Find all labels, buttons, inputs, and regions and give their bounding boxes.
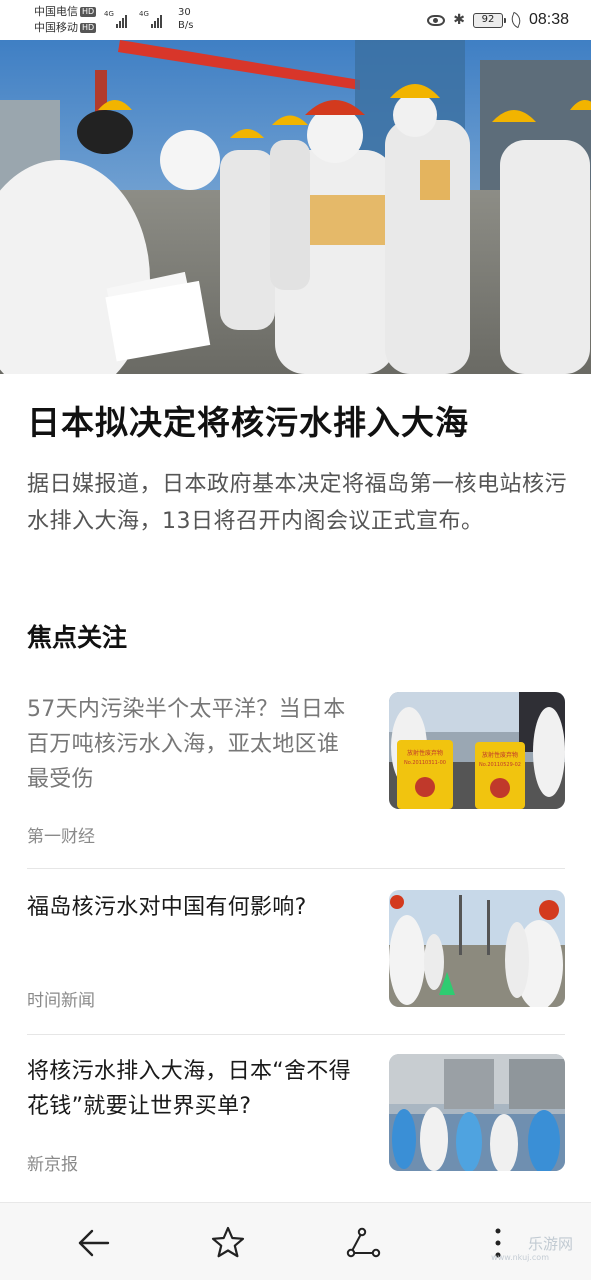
share-button[interactable] (343, 1223, 383, 1263)
divider (27, 868, 565, 869)
back-button[interactable] (73, 1223, 113, 1263)
clock: 08:38 (528, 11, 569, 28)
divider (27, 1034, 565, 1035)
list-item[interactable]: 将核污水排入大海，日本“舍不得花钱”就要让世界买单? 新京报 (27, 1054, 565, 1179)
carrier-telecom: 中国电信 HD (34, 5, 97, 18)
hero-image (0, 40, 591, 374)
star-icon (211, 1226, 245, 1258)
list-item[interactable]: 福岛核污水对中国有何影响? 时间新闻 (27, 890, 565, 1015)
section-title-focus: 焦点关注 (27, 623, 128, 652)
network-speed: 30 B/s (178, 7, 194, 31)
news-thumbnail[interactable] (389, 890, 565, 1007)
article-headline: 日本拟决定将核污水排入大海 (27, 403, 469, 442)
news-title[interactable]: 将核污水排入大海，日本“舍不得花钱”就要让世界买单? (27, 1054, 352, 1124)
watermark-url: www.nkuj.com (491, 1253, 549, 1262)
carrier-mobile: 中国移动 HD (34, 21, 97, 34)
news-source: 第一财经 (27, 827, 95, 847)
news-source: 新京报 (27, 1155, 78, 1175)
bluetooth-icon: ✱ (453, 12, 465, 28)
signal-strength-icon: 4G (139, 10, 162, 28)
back-arrow-icon (78, 1229, 110, 1257)
signal-strength-icon: 4G (104, 10, 127, 28)
status-bar: 中国电信 HD 中国移动 HD 4G 4G 30 B/s ✱ 92 08:38 (0, 0, 591, 40)
barrel-label: 放射性废弃物 (482, 751, 518, 759)
news-source: 时间新闻 (27, 991, 95, 1011)
barrel-code: No.20110529-02 (479, 762, 521, 768)
battery-icon: 92 (472, 12, 506, 28)
news-thumbnail[interactable]: 放射性废弃物 No.20110311-00 放射性废弃物 No.20110529… (389, 692, 565, 809)
news-title[interactable]: 57天内污染半个太平洋？当日本百万吨核污水入海，亚太地区谁最受伤 (27, 692, 352, 797)
news-thumbnail[interactable] (389, 1054, 565, 1171)
eye-icon (427, 14, 446, 26)
leaf-icon (508, 11, 524, 29)
watermark: 乐游网 (527, 1235, 573, 1253)
barrel-label: 放射性废弃物 (407, 749, 443, 757)
barrel-code: No.20110311-00 (404, 760, 446, 766)
share-icon (346, 1227, 381, 1258)
bottom-toolbar: 乐游网 www.nkuj.com (0, 1202, 591, 1280)
news-title[interactable]: 福岛核污水对中国有何影响? (27, 890, 352, 925)
favorite-button[interactable] (208, 1223, 248, 1263)
article-summary: 据日媒报道，日本政府基本决定将福岛第一核电站核污水排入大海，13日将召开内阁会议… (27, 472, 568, 534)
list-item[interactable]: 57天内污染半个太平洋？当日本百万吨核污水入海，亚太地区谁最受伤 第一财经 放射… (27, 692, 565, 852)
